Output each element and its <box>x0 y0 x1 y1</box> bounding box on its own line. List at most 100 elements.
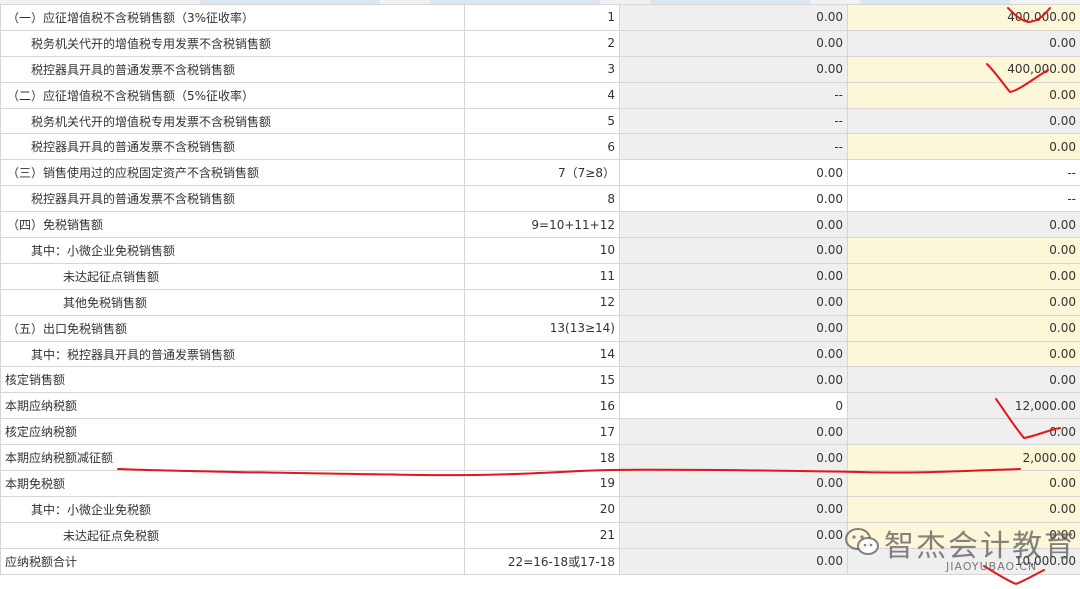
table-row: （五）出口免税销售额 13(13≥14) 0.00 0.00 <box>0 314 1080 342</box>
table-row: （一）应征增值税不含税销售额（3%征收率） 1 0.00 400,000.00 <box>0 4 1080 31</box>
table-row: 核定销售额 15 0.00 0.00 <box>0 366 1080 394</box>
current-period-cell: 0.00 <box>619 211 848 239</box>
tax-return-table: （一）应征增值税不含税销售额（3%征收率） 1 0.00 400,000.00 … <box>0 4 1080 575</box>
row-line-number: 19 <box>464 470 620 497</box>
row-line-number: 7（7≥8） <box>464 159 620 187</box>
ytd-cell: 0.00 <box>847 211 1080 239</box>
table-row: （二）应征增值税不含税销售额（5%征收率） 4 -- 0.00 <box>0 81 1080 109</box>
row-line-number: 12 <box>464 288 620 316</box>
ytd-cell-input[interactable]: 0.00 <box>847 470 1080 497</box>
current-period-cell: 0.00 <box>619 288 848 316</box>
row-label: 税务机关代开的增值税专用发票不含税销售额 <box>0 107 465 135</box>
row-label: 其中：小微企业免税额 <box>0 495 465 523</box>
current-period-cell: 0.00 <box>619 262 848 290</box>
ytd-cell-input[interactable]: 0.00 <box>847 521 1080 549</box>
row-label: 税控器具开具的普通发票不含税销售额 <box>0 133 465 161</box>
current-period-cell: 0.00 <box>619 4 848 31</box>
row-line-number: 13(13≥14) <box>464 314 620 342</box>
row-label: 其中：小微企业免税销售额 <box>0 237 465 264</box>
ytd-cell-input[interactable]: 0.00 <box>847 288 1080 316</box>
current-period-cell: -- <box>619 133 848 161</box>
current-period-cell: -- <box>619 81 848 109</box>
current-period-cell: 0.00 <box>619 366 848 394</box>
row-label: 未达起征点免税额 <box>0 521 465 549</box>
row-label: （五）出口免税销售额 <box>0 314 465 342</box>
row-line-number: 14 <box>464 340 620 368</box>
ytd-cell: 12,000.00 <box>847 392 1080 420</box>
current-period-cell-input[interactable]: 0.00 <box>619 159 848 187</box>
table-row: 应纳税额合计 22=16-18或17-18 0.00 10,000.00 <box>0 547 1080 575</box>
table-row: 税务机关代开的增值税专用发票不含税销售额 2 0.00 0.00 <box>0 29 1080 57</box>
row-line-number: 22=16-18或17-18 <box>464 547 620 575</box>
current-period-cell: -- <box>619 107 848 135</box>
row-line-number: 16 <box>464 392 620 420</box>
current-period-cell: 0.00 <box>619 495 848 523</box>
current-period-cell-input[interactable]: 0.00 <box>619 185 848 213</box>
row-label: （一）应征增值税不含税销售额（3%征收率） <box>0 4 465 31</box>
table-row: 未达起征点免税额 21 0.00 0.00 <box>0 521 1080 549</box>
table-row: 税控器具开具的普通发票不含税销售额 8 0.00 -- <box>0 185 1080 213</box>
row-line-number: 8 <box>464 185 620 213</box>
ytd-cell-input[interactable]: 0.00 <box>847 495 1080 523</box>
current-period-cell: 0.00 <box>619 521 848 549</box>
row-line-number: 9=10+11+12 <box>464 211 620 239</box>
row-line-number: 15 <box>464 366 620 394</box>
row-line-number: 3 <box>464 55 620 83</box>
current-period-cell: 0.00 <box>619 470 848 497</box>
ytd-cell: 0.00 <box>847 29 1080 57</box>
row-label: （二）应征增值税不含税销售额（5%征收率） <box>0 81 465 109</box>
row-line-number: 17 <box>464 418 620 446</box>
row-label: 核定应纳税额 <box>0 418 465 446</box>
row-label: （四）免税销售额 <box>0 211 465 239</box>
table-row: 本期免税额 19 0.00 0.00 <box>0 470 1080 497</box>
row-line-number: 5 <box>464 107 620 135</box>
ytd-cell: -- <box>847 185 1080 213</box>
row-label: 税务机关代开的增值税专用发票不含税销售额 <box>0 29 465 57</box>
ytd-cell-input[interactable]: 0.00 <box>847 81 1080 109</box>
current-period-cell: 0.00 <box>619 547 848 575</box>
row-label: 其中：税控器具开具的普通发票销售额 <box>0 340 465 368</box>
table-row: 其中：小微企业免税额 20 0.00 0.00 <box>0 495 1080 523</box>
table-row: （四）免税销售额 9=10+11+12 0.00 0.00 <box>0 211 1080 239</box>
row-label: 应纳税额合计 <box>0 547 465 575</box>
table-row: 本期应纳税额 16 0 12,000.00 <box>0 392 1080 420</box>
table-row: 税务机关代开的增值税专用发票不含税销售额 5 -- 0.00 <box>0 107 1080 135</box>
table-row: （三）销售使用过的应税固定资产不含税销售额 7（7≥8） 0.00 -- <box>0 159 1080 187</box>
row-label: 税控器具开具的普通发票不含税销售额 <box>0 185 465 213</box>
current-period-cell: 0.00 <box>619 55 848 83</box>
ytd-cell: 10,000.00 <box>847 547 1080 575</box>
row-label: 本期应纳税额减征额 <box>0 444 465 472</box>
ytd-cell-input[interactable]: 0.00 <box>847 262 1080 290</box>
current-period-cell-input[interactable]: 0 <box>619 392 848 420</box>
row-label: 其他免税销售额 <box>0 288 465 316</box>
row-label: （三）销售使用过的应税固定资产不含税销售额 <box>0 159 465 187</box>
ytd-cell-input[interactable]: 0.00 <box>847 133 1080 161</box>
ytd-cell-input[interactable]: 0.00 <box>847 237 1080 264</box>
row-line-number: 11 <box>464 262 620 290</box>
table-row: 税控器具开具的普通发票不含税销售额 3 0.00 400,000.00 <box>0 55 1080 83</box>
row-line-number: 1 <box>464 4 620 31</box>
ytd-cell-input[interactable]: 400,000.00 <box>847 4 1080 31</box>
table-row: 未达起征点销售额 11 0.00 0.00 <box>0 262 1080 290</box>
table-row: 税控器具开具的普通发票不含税销售额 6 -- 0.00 <box>0 133 1080 161</box>
row-label: 本期免税额 <box>0 470 465 497</box>
ytd-cell-input[interactable]: 2,000.00 <box>847 444 1080 472</box>
row-line-number: 18 <box>464 444 620 472</box>
row-line-number: 21 <box>464 521 620 549</box>
row-label: 税控器具开具的普通发票不含税销售额 <box>0 55 465 83</box>
row-line-number: 2 <box>464 29 620 57</box>
table-row: 其他免税销售额 12 0.00 0.00 <box>0 288 1080 316</box>
current-period-cell: 0.00 <box>619 340 848 368</box>
current-period-cell: 0.00 <box>619 237 848 264</box>
current-period-cell: 0.00 <box>619 314 848 342</box>
ytd-cell-input[interactable]: 400,000.00 <box>847 55 1080 83</box>
ytd-cell: -- <box>847 159 1080 187</box>
table-row: 本期应纳税额减征额 18 0.00 2,000.00 <box>0 444 1080 472</box>
current-period-cell: 0.00 <box>619 418 848 446</box>
table-row: 其中：小微企业免税销售额 10 0.00 0.00 <box>0 237 1080 264</box>
ytd-cell: 0.00 <box>847 107 1080 135</box>
ytd-cell-input[interactable]: 0.00 <box>847 314 1080 342</box>
row-line-number: 4 <box>464 81 620 109</box>
row-label: 未达起征点销售额 <box>0 262 465 290</box>
ytd-cell-input[interactable]: 0.00 <box>847 340 1080 368</box>
